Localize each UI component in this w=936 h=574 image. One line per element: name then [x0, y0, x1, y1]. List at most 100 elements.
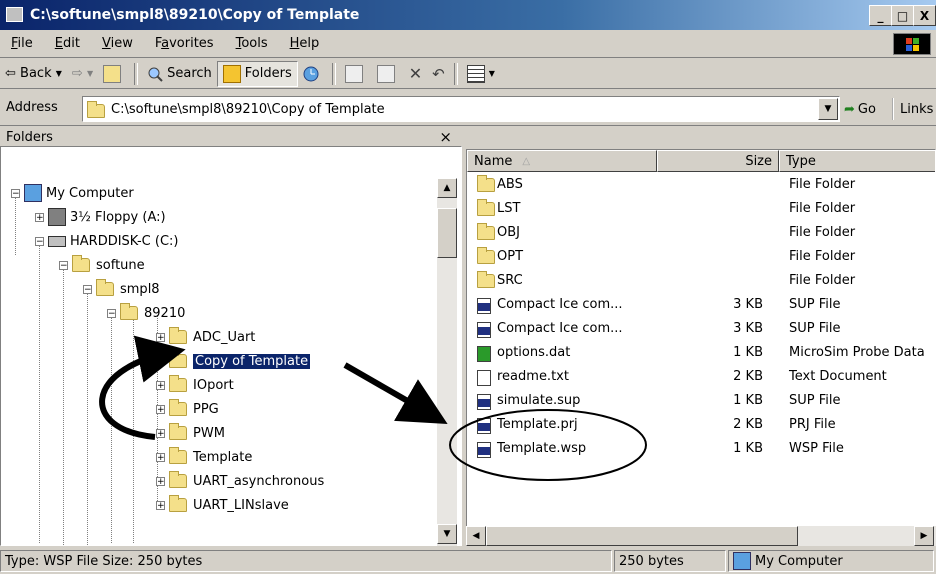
expand-icon[interactable]: +	[156, 500, 165, 510]
menu-tools[interactable]: Tools	[225, 36, 279, 51]
file-type: File Folder	[789, 249, 856, 264]
folder-tree-scrollbar[interactable]: ▲ ▼	[437, 178, 457, 546]
tree-item-smpl8[interactable]: − smpl8	[83, 278, 160, 300]
list-item[interactable]: Template.wsp 1 KB WSP File	[467, 438, 935, 462]
list-item[interactable]: OPT File Folder	[467, 246, 935, 270]
tree-item-ppg[interactable]: + PPG	[156, 398, 219, 420]
chevron-down-icon: ▼	[824, 104, 832, 114]
file-type: File Folder	[789, 273, 856, 288]
address-input[interactable]: C:\softune\smpl8\89210\Copy of Template …	[82, 96, 840, 122]
close-pane-icon[interactable]: ×	[439, 128, 452, 146]
explorer-window-icon[interactable]	[6, 7, 23, 22]
collapse-icon[interactable]: −	[35, 236, 44, 246]
tree-item-ioport[interactable]: + IOport	[156, 374, 234, 396]
delete-button[interactable]: ✕	[404, 62, 427, 86]
collapse-icon[interactable]: −	[83, 284, 92, 294]
undo-icon: ↶	[432, 64, 445, 83]
minimize-button[interactable]: _	[869, 5, 892, 26]
column-header-name[interactable]: Name △	[467, 150, 657, 172]
column-header-size[interactable]: Size	[657, 150, 779, 172]
forward-arrow-icon: ⇨	[71, 66, 83, 81]
folder-icon	[477, 247, 495, 264]
file-size: 1 KB	[733, 441, 763, 456]
move-to-button[interactable]	[340, 62, 372, 86]
copy-to-button[interactable]	[372, 62, 404, 86]
tree-item-uart-asynchronous[interactable]: + UART_asynchronous	[156, 470, 324, 492]
list-item[interactable]: Compact Ice com... 3 KB SUP File	[467, 294, 935, 318]
tree-item-adc-uart[interactable]: + ADC_Uart	[156, 326, 255, 348]
scroll-thumb[interactable]	[486, 526, 798, 546]
go-button[interactable]: ➦ Go	[844, 98, 876, 120]
history-button[interactable]	[298, 62, 328, 86]
list-item[interactable]: readme.txt 2 KB Text Document	[467, 366, 935, 390]
expand-icon[interactable]: +	[156, 332, 165, 342]
folder-icon	[169, 447, 187, 464]
sup-file-icon	[477, 322, 491, 338]
maximize-button[interactable]: □	[891, 5, 914, 26]
menu-file[interactable]: File	[0, 36, 44, 51]
list-item[interactable]: Compact Ice com... 3 KB SUP File	[467, 318, 935, 342]
close-button[interactable]: X	[913, 5, 936, 26]
list-item[interactable]: OBJ File Folder	[467, 222, 935, 246]
file-name: LST	[497, 201, 521, 216]
tree-item-floppy[interactable]: + 3½ Floppy (A:)	[35, 206, 166, 228]
tree-item-softune[interactable]: − softune	[59, 254, 145, 276]
undo-button[interactable]: ↶	[427, 62, 450, 86]
scroll-right-button[interactable]: ▶	[914, 526, 934, 546]
scroll-left-button[interactable]: ◀	[466, 526, 486, 546]
folders-button[interactable]: Folders	[216, 60, 298, 87]
scroll-up-button[interactable]: ▲	[437, 178, 457, 198]
collapse-icon[interactable]: −	[59, 260, 68, 270]
chevron-down-icon[interactable]: ▼	[56, 69, 62, 78]
search-button[interactable]: Search	[142, 62, 217, 86]
up-folder-button[interactable]	[98, 62, 130, 86]
move-to-icon	[344, 64, 363, 83]
forward-button[interactable]: ⇨ ▼	[67, 62, 98, 86]
links-button[interactable]: Links	[892, 98, 933, 120]
list-item[interactable]: LST File Folder	[467, 198, 935, 222]
tree-item-my-computer[interactable]: − My Computer	[11, 182, 134, 204]
chevron-down-icon[interactable]: ▼	[87, 69, 93, 78]
back-button[interactable]: ⇦ Back ▼	[0, 62, 67, 86]
list-item[interactable]: options.dat 1 KB MicroSim Probe Data	[467, 342, 935, 366]
collapse-icon[interactable]: −	[11, 188, 20, 198]
collapse-icon[interactable]: −	[107, 308, 116, 318]
expand-icon[interactable]: +	[156, 452, 165, 462]
expand-icon[interactable]: +	[156, 476, 165, 486]
menu-view[interactable]: View	[91, 36, 144, 51]
tree-item-89210[interactable]: − 89210	[107, 302, 185, 324]
text-file-icon	[477, 370, 491, 386]
expand-icon[interactable]: +	[35, 212, 44, 222]
list-item[interactable]: SRC File Folder	[467, 270, 935, 294]
file-name: Template.prj	[497, 417, 578, 432]
tree-item-copy-of-template[interactable]: Copy of Template	[169, 350, 312, 372]
address-label: Address	[6, 100, 58, 115]
menu-edit[interactable]: Edit	[44, 36, 91, 51]
list-item[interactable]: Template.prj 2 KB PRJ File	[467, 414, 935, 438]
menu-help[interactable]: Help	[279, 36, 331, 51]
scroll-thumb[interactable]	[437, 208, 457, 258]
expand-icon[interactable]: +	[156, 404, 165, 414]
tree-item-uart-linslave[interactable]: + UART_LINslave	[156, 494, 289, 516]
tree-item-pwm[interactable]: + PWM	[156, 422, 225, 444]
tree-item-harddisk[interactable]: − HARDDISK-C (C:)	[35, 230, 178, 252]
folders-icon	[222, 64, 241, 83]
expand-icon[interactable]: +	[156, 380, 165, 390]
folder-icon	[87, 100, 105, 118]
folder-icon	[477, 175, 495, 192]
chevron-down-icon[interactable]: ▼	[489, 69, 495, 78]
tree-item-template[interactable]: + Template	[156, 446, 252, 468]
menu-favorites[interactable]: Favorites	[144, 36, 225, 51]
open-folder-icon	[169, 351, 187, 368]
folder-icon	[169, 423, 187, 440]
list-item[interactable]: simulate.sup 1 KB SUP File	[467, 390, 935, 414]
list-item[interactable]: ABS File Folder	[467, 174, 935, 198]
folders-pane-header: Folders ×	[0, 127, 462, 147]
file-list-scrollbar[interactable]: ◀ ▶	[466, 526, 936, 546]
column-header-type[interactable]: Type	[779, 150, 935, 172]
file-name: SRC	[497, 273, 523, 288]
views-button[interactable]: ▼	[462, 62, 500, 86]
expand-icon[interactable]: +	[156, 428, 165, 438]
address-dropdown-button[interactable]: ▼	[818, 98, 838, 120]
scroll-down-button[interactable]: ▼	[437, 524, 457, 544]
